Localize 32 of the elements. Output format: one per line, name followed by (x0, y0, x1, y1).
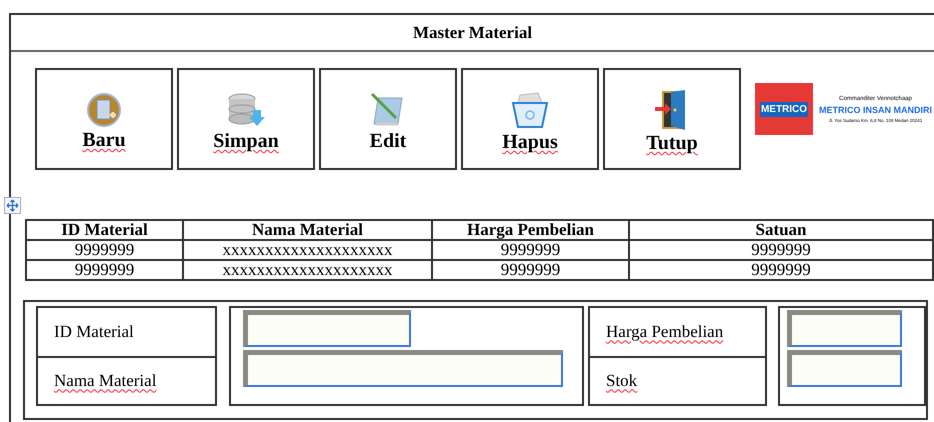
logo-company-name: METRICO INSAN MANDIRI (819, 104, 932, 116)
column-header: Satuan (629, 220, 933, 240)
table-cell: 9999999 (432, 260, 629, 280)
text-input[interactable] (243, 310, 411, 347)
table-cell: 9999999 (629, 240, 933, 260)
recycle-bin-icon (510, 91, 550, 129)
toolbar-button[interactable]: Hapus (461, 68, 599, 170)
page-title: Master Material (412, 22, 532, 44)
toolbar-button[interactable]: Simpan (177, 68, 315, 170)
table-cell: 9999999 (26, 240, 183, 260)
table-cell: 9999999 (629, 260, 933, 280)
text-input[interactable] (787, 310, 902, 347)
table-cell: 9999999 (432, 240, 629, 260)
logo-mark: METRICO (755, 83, 813, 135)
text-input[interactable] (243, 350, 563, 387)
column-header: ID Material (26, 220, 183, 240)
document-plus-icon (87, 93, 121, 127)
toolbar-button[interactable]: Baru (35, 68, 173, 170)
column-header: Harga Pembelian (432, 220, 629, 240)
toolbar-button[interactable]: Edit (319, 68, 457, 170)
toolbar-button[interactable]: Tutup (603, 68, 741, 170)
field-label: Nama Material (54, 370, 156, 392)
database-download-icon (226, 92, 266, 128)
table-move-handle-icon[interactable] (4, 197, 21, 214)
field-label: Stok (606, 370, 638, 392)
field-label: Harga Pembelian (606, 321, 724, 344)
column-header: Nama Material (183, 220, 432, 240)
table-cell: 9999999 (26, 260, 183, 280)
table-cell: xxxxxxxxxxxxxxxxxxxx (183, 240, 432, 260)
field-label: ID Material (54, 321, 134, 344)
table-cell: xxxxxxxxxxxxxxxxxxxx (183, 260, 432, 280)
text-input[interactable] (787, 350, 902, 387)
